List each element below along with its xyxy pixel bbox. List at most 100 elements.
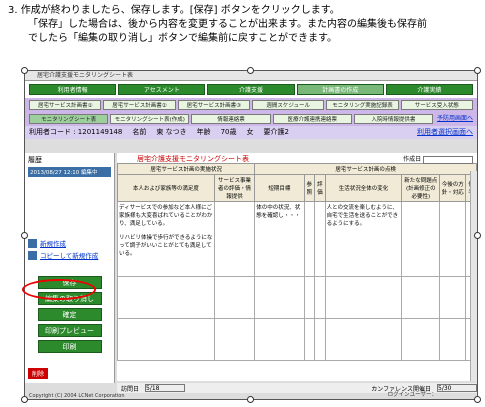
sub-monitoring-record[interactable]: モニタリング実施記録表 [326,100,399,110]
cell-short-goal[interactable]: 体の中の状況、状態を確認し・・・ [254,201,305,277]
date-field: 作成日 [403,154,473,164]
cell-problem[interactable] [401,201,441,277]
history-item[interactable]: 2013/08/27 12:10 編集中 [28,167,111,177]
patient-sex: 女 [246,128,254,136]
nav-plan[interactable]: 計画書の作成 [296,84,384,95]
cell-empty[interactable] [439,276,467,319]
resize-handle[interactable] [21,67,28,74]
cell-eval[interactable] [314,201,326,277]
sub-hospital-info[interactable]: 入院時情報提供書 [353,114,434,124]
copy-create-link[interactable]: コピーして新規作成 [25,249,114,261]
col-change: 生活状況全体の変化 [324,174,403,202]
print-preview-button[interactable]: 印刷プレビュー [37,324,102,337]
date-input[interactable] [423,155,473,164]
cell-evaluation[interactable] [213,201,256,277]
vertical-scrollbar[interactable] [470,171,477,381]
visit-input[interactable]: 5/18 [145,384,186,392]
cell-empty[interactable] [439,318,467,361]
cell-empty[interactable] [117,318,215,361]
new-create-label: 新規作成 [40,240,66,248]
patient-care-level: 要介護2 [263,128,289,136]
patient-name-label: 名前 [132,128,147,136]
cell-reference [303,201,316,277]
save-highlight-circle [22,279,96,300]
cell-satisfaction[interactable]: ディサービスでの参加など本人様にご家族様も大変喜ばれていることがわかり、満足して… [117,201,215,277]
col-problem: 新たな問題点(計画修正の必要性) [401,174,441,202]
copy-create-label: コピーして新規作成 [40,252,99,260]
sub-plan-3[interactable]: 居宅サービス計画書③ [177,100,250,110]
instruction-line1: 3. 作成が終わりましたら、保存します。[保存] ボタンをクリックします。 [8,5,340,16]
sub-medical-contact[interactable]: 医療介護連携連絡票 [272,114,352,124]
header-check: 居宅サービス計画の点検 [254,163,477,175]
resize-handle[interactable] [247,67,254,74]
col-evaluation: サービス事業者の評価・情報提供 [213,174,256,202]
print-button[interactable]: 印刷 [37,340,102,353]
table-row [117,276,477,319]
patient-info: 利用者コード : 1201149148 名前 東 なつき 年齢 70歳 女 要介… [25,126,477,139]
cell-empty[interactable] [254,318,305,361]
sub-nav-1: 居宅サービス計画書① 居宅サービス計画書② 居宅サービス計画書③ 週間スケジュー… [25,98,477,112]
cell-empty [303,276,316,319]
nav-care-results[interactable]: 介護実績 [385,84,474,95]
instructions: 3. 作成が終わりましたら、保存します。[保存] ボタンをクリックします。 「保… [8,4,478,46]
col-satisfaction: 本人および家族等の満足度 [117,174,215,202]
cell-change[interactable]: 人との交流を楽しむように、自宅で生活を送ることができるようにする。 [324,201,403,277]
patient-name: 東 なつき [156,128,187,136]
sub-service[interactable]: サービス受入状態 [400,100,473,110]
cell-policy[interactable] [439,201,467,277]
main-panel: 居宅介護支援モニタリングシート表 作成日 居宅サービス計画の実施状況 居宅サービ… [116,153,477,381]
sub-info-contact[interactable]: 情報連絡票 [191,114,271,124]
cell-empty[interactable] [401,318,441,361]
delete-button[interactable]: 削除 [28,368,49,379]
cell-empty[interactable] [117,276,215,319]
patient-age-label: 年齢 [196,128,211,136]
cell-empty[interactable] [314,318,326,361]
sub-plan-1[interactable]: 居宅サービス計画書① [29,100,102,110]
history-label: 履歴 [28,156,42,164]
cell-empty[interactable] [213,318,256,361]
col-reference[interactable]: 参照 [303,174,316,202]
left-panel: 履歴 2013/08/27 12:10 編集中 新規作成 コピーして新規作成 保… [25,153,115,383]
sub-weekly[interactable]: 週間スケジュール [251,100,325,110]
resize-handle[interactable] [247,396,254,403]
cell-empty[interactable] [314,276,326,319]
sub-monitoring-sheet[interactable]: モニタリングシート表 [29,114,109,124]
confirm-button[interactable]: 確定 [37,308,102,321]
main-nav: 利用者情報 アセスメント 介護支援 計画書の作成 介護実績 [25,81,477,98]
sub-monitoring-sheet-create[interactable]: モニタリングシート表(作成) [110,114,190,124]
sub-plan-2[interactable]: 居宅サービス計画書② [103,100,176,110]
col-short-goal: 短期目標 [254,174,305,202]
cell-empty [303,318,316,361]
cell-empty[interactable] [401,276,441,319]
new-create-link[interactable]: 新規作成 [25,237,114,249]
conference-input[interactable]: 5/30 [437,384,477,392]
cell-empty[interactable] [324,276,403,319]
cell-empty[interactable] [254,276,305,319]
resize-handle[interactable] [21,396,28,403]
nav-user-info[interactable]: 利用者情報 [29,84,117,95]
new-document-icon [28,238,37,248]
header-implementation: 居宅サービス計画の実施状況 [116,163,256,175]
resize-handle[interactable] [474,396,481,403]
copyright: Copyright (C) 2004 LCNet Corporation [29,393,125,399]
cell-satisfaction-text-1: ディサービスでの参加など本人様にご家族様も大変喜ばれていることがわかり、満足して… [119,205,213,227]
resize-handle[interactable] [21,232,28,239]
nav-care-support[interactable]: 介護支援 [207,84,295,95]
table-row [117,318,477,361]
instruction-line3: でしたら「編集の取り消し」ボタンで編集前に戻すことができます。 [28,33,337,44]
cell-empty[interactable] [213,276,256,319]
patient-age: 70歳 [220,128,237,136]
nav-assessment[interactable]: アセスメント [118,84,206,95]
table-row: ディサービスでの参加など本人様にご家族様も大変喜ばれていることがわかり、満足して… [117,201,477,277]
monitoring-table: 居宅サービス計画の実施状況 居宅サービス計画の点検 本人および家族等の満足度 サ… [116,163,477,361]
col-policy: 今後の方針・対応 [439,174,467,202]
cell-empty[interactable] [324,318,403,361]
copy-document-icon [28,250,37,260]
prevention-link[interactable]: 予防用画面へ [435,114,473,124]
resize-handle[interactable] [474,67,481,74]
instruction-line2: 「保存」した場合は、後から内容を変更することが出来ます。また内容の編集後も保存前 [28,19,427,30]
select-user-link[interactable]: 利用者選択画面へ [417,126,473,139]
resize-handle[interactable] [474,232,481,239]
screenshot-frame: 居宅介護支援モニタリングシート表 利用者情報 アセスメント 介護支援 計画書の作… [24,70,478,400]
sub-nav-2: モニタリングシート表 モニタリングシート表(作成) 情報連絡票 医療介護連携連絡… [25,112,477,126]
